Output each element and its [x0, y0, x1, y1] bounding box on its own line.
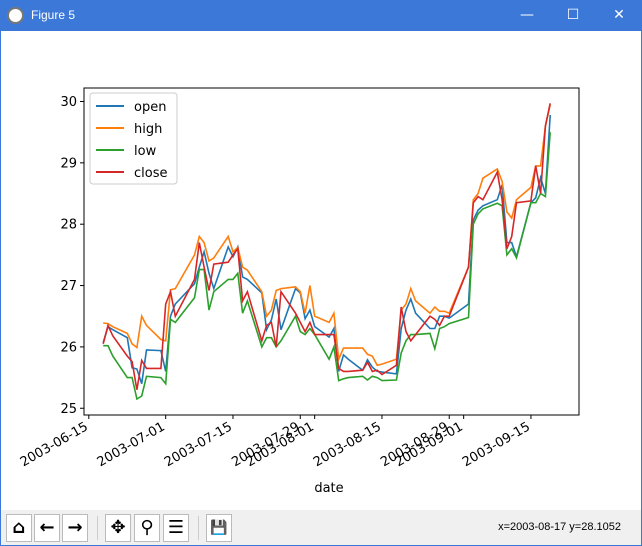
zoom-button[interactable]: ⚲ — [134, 514, 160, 542]
forward-button[interactable]: → — [62, 514, 88, 542]
navigation-toolbar: ⌂ ← → ✥ ⚲ ☰ 💾 x=2003-08-17 y=28.1052 — [1, 510, 641, 545]
maximize-button[interactable]: ☐ — [550, 0, 596, 31]
legend-label-low: low — [134, 144, 157, 159]
x-axis-label: date — [314, 481, 343, 496]
back-button[interactable]: ← — [34, 514, 60, 542]
close-button[interactable]: ✕ — [596, 0, 642, 31]
y-tick-label: 28 — [60, 218, 77, 233]
y-tick-label: 26 — [60, 340, 77, 355]
matplotlib-app-icon — [7, 7, 24, 24]
legend-label-high: high — [134, 122, 162, 137]
pan-button[interactable]: ✥ — [105, 514, 131, 542]
configure-subplots-button[interactable]: ☰ — [163, 514, 189, 542]
minimize-button[interactable]: — — [504, 0, 550, 31]
toolbar-separator — [198, 516, 199, 540]
y-tick-label: 29 — [60, 156, 77, 171]
toolbar-separator — [97, 516, 98, 540]
y-tick-label: 30 — [60, 95, 77, 110]
x-tick-label: 2003-08-15 — [311, 419, 384, 470]
legend: open high low close — [89, 92, 178, 185]
cursor-coordinates: x=2003-08-17 y=28.1052 — [498, 521, 621, 533]
title-bar: Figure 5 — ☐ ✕ — [0, 0, 642, 31]
legend-label-close: close — [134, 166, 167, 181]
x-tick-label: 2003-09-15 — [460, 419, 533, 470]
legend-label-open: open — [134, 100, 166, 115]
x-tick-label: 2003-06-15 — [18, 419, 91, 470]
save-button[interactable]: 💾 — [206, 514, 232, 542]
chart: 25 26 27 28 29 30 2003-06-15 2003-07-012003-07… — [18, 87, 580, 496]
window-title: Figure 5 — [31, 8, 76, 22]
y-tick-label: 27 — [60, 279, 77, 294]
x-tick-label: 2003-07-01 — [95, 419, 168, 470]
home-button[interactable]: ⌂ — [6, 514, 32, 542]
figure-canvas[interactable]: 25 26 27 28 29 30 2003-06-15 2003-07-01 2003-07… — [1, 31, 641, 510]
y-tick-label: 25 — [60, 402, 77, 417]
x-tick-label: 2003-07-15 — [162, 419, 235, 470]
